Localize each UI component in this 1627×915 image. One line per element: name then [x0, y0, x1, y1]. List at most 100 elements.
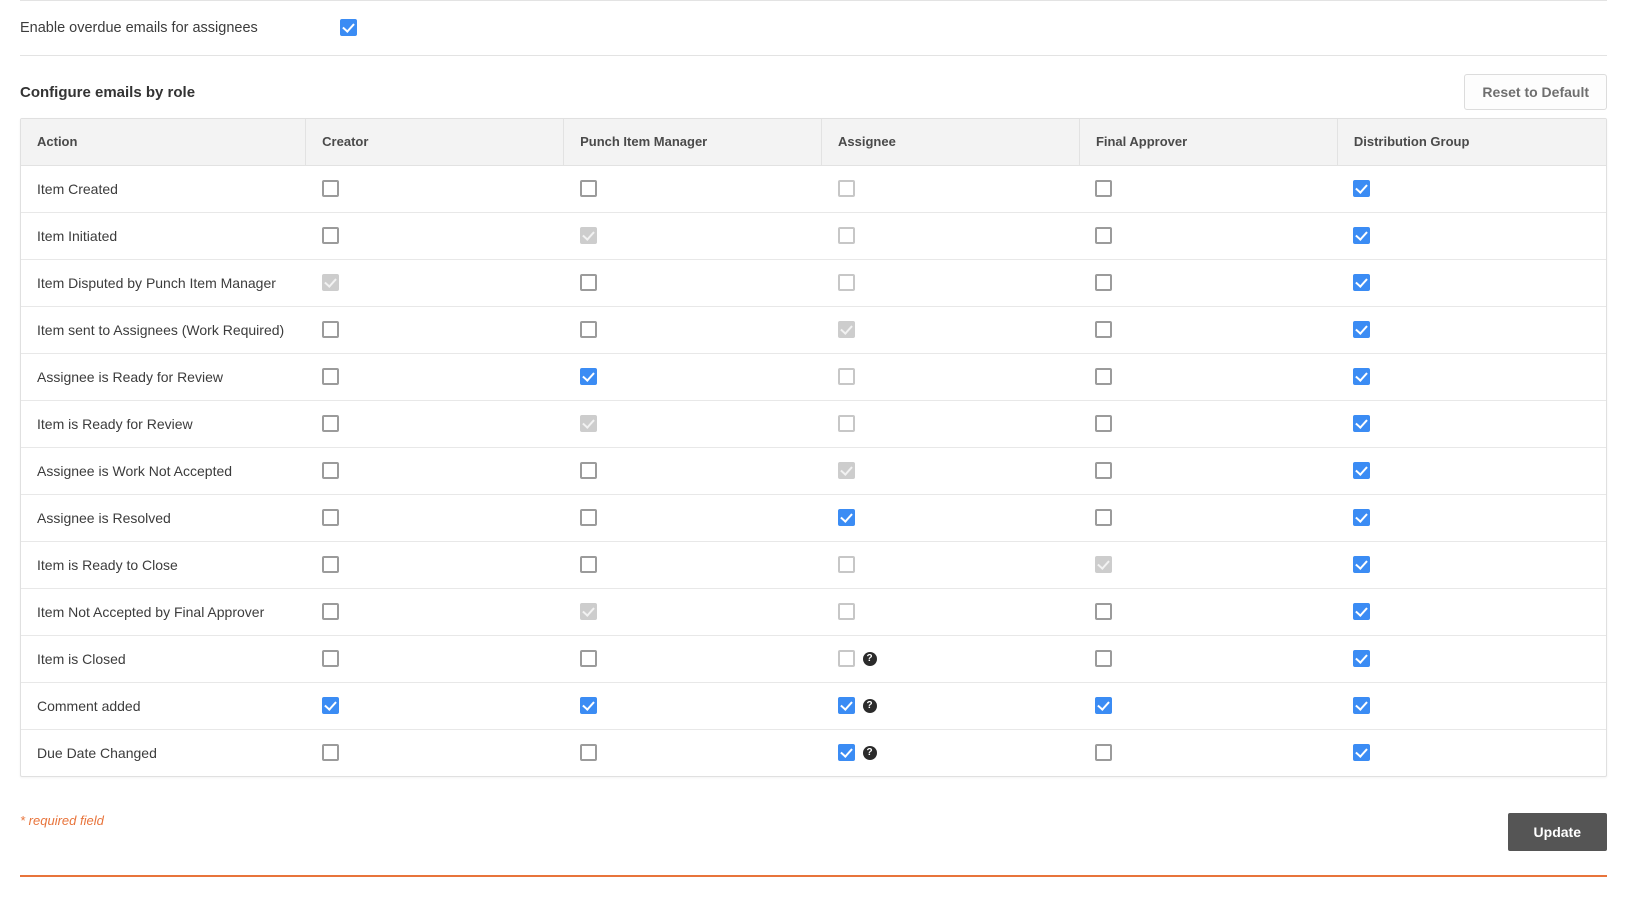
checkbox-distribution-group[interactable]	[1353, 603, 1371, 620]
email-role-matrix-table-wrapper: Action Creator Punch Item Manager Assign…	[20, 118, 1607, 777]
checkbox-creator[interactable]	[321, 462, 339, 479]
checkbox-assignee[interactable]	[837, 415, 855, 432]
checkbox-assignee[interactable]	[837, 650, 855, 667]
column-header-action: Action	[21, 119, 307, 166]
checkbox-punch-item-manager[interactable]	[579, 697, 597, 714]
cell-content	[837, 509, 1064, 526]
checkbox-final-approver[interactable]	[1095, 697, 1113, 714]
checkbox-final-approver[interactable]	[1095, 462, 1113, 479]
column-header-distribution-group: Distribution Group	[1337, 119, 1606, 166]
checkbox-distribution-group[interactable]	[1353, 180, 1371, 197]
cell-content	[579, 509, 806, 526]
checkbox-distribution-group[interactable]	[1353, 415, 1371, 432]
checkbox-creator[interactable]	[321, 697, 339, 714]
checkbox-creator[interactable]	[321, 509, 339, 526]
checkbox-assignee[interactable]	[837, 603, 855, 620]
help-icon[interactable]: ?	[862, 698, 877, 713]
checkbox-cell-creator	[305, 259, 564, 307]
checkbox-cell-distribution-group	[1337, 259, 1606, 307]
checkbox-creator[interactable]	[321, 744, 339, 762]
checkbox-distribution-group[interactable]	[1353, 509, 1371, 526]
checkbox-final-approver[interactable]	[1095, 368, 1113, 385]
checkbox-final-approver[interactable]	[1095, 274, 1113, 291]
checkbox-punch-item-manager[interactable]	[579, 556, 597, 573]
checkbox-creator[interactable]	[321, 321, 339, 338]
checkbox-punch-item-manager[interactable]	[579, 274, 597, 291]
checkbox-creator[interactable]	[321, 180, 339, 197]
checkbox-final-approver[interactable]	[1095, 650, 1113, 667]
cell-content	[321, 650, 548, 667]
checkbox-distribution-group[interactable]	[1353, 368, 1371, 385]
checkbox-assignee[interactable]	[837, 744, 855, 762]
checkbox-assignee[interactable]	[837, 697, 855, 714]
checkbox-creator[interactable]	[321, 603, 339, 620]
checkbox-assignee[interactable]	[837, 368, 855, 385]
checkbox-punch-item-manager[interactable]	[579, 462, 597, 479]
checkbox-punch-item-manager[interactable]	[579, 368, 597, 385]
checkbox-assignee[interactable]	[837, 227, 855, 244]
checkbox-punch-item-manager[interactable]	[579, 180, 597, 197]
checkbox-cell-distribution-group	[1337, 541, 1606, 589]
checkbox-final-approver[interactable]	[1095, 603, 1113, 620]
checkbox-final-approver[interactable]	[1095, 180, 1113, 197]
cell-content	[579, 415, 806, 432]
checkbox-punch-item-manager[interactable]	[579, 744, 597, 762]
cell-content	[1353, 509, 1590, 526]
checkbox-cell-creator	[305, 165, 564, 213]
cell-content	[837, 368, 1064, 385]
checkbox-punch-item-manager[interactable]	[579, 321, 597, 338]
action-label-cell: Item Initiated	[21, 212, 306, 260]
cell-content	[579, 744, 806, 762]
checkbox-final-approver[interactable]	[1095, 415, 1113, 432]
cell-content	[321, 462, 548, 479]
checkbox-distribution-group[interactable]	[1353, 744, 1371, 762]
checkbox-assignee[interactable]	[837, 509, 855, 526]
checkbox-assignee[interactable]	[837, 274, 855, 291]
checkbox-distribution-group[interactable]	[1353, 556, 1371, 573]
checkbox-distribution-group[interactable]	[1353, 274, 1371, 291]
cell-content	[321, 368, 548, 385]
checkbox-cell-final-approver	[1079, 353, 1338, 401]
checkbox-creator[interactable]	[321, 227, 339, 244]
checkbox-cell-final-approver	[1079, 447, 1338, 495]
overdue-emails-checkbox[interactable]	[340, 19, 357, 37]
checkbox-distribution-group[interactable]	[1353, 227, 1371, 244]
checkbox-distribution-group[interactable]	[1353, 697, 1371, 714]
column-header-final-approver: Final Approver	[1079, 119, 1338, 166]
checkbox-cell-creator	[305, 635, 564, 683]
checkbox-cell-creator	[305, 400, 564, 448]
cell-content	[1095, 368, 1321, 385]
checkbox-cell-distribution-group	[1337, 212, 1606, 260]
checkbox-punch-item-manager[interactable]	[579, 509, 597, 526]
checkbox-cell-distribution-group	[1337, 729, 1606, 776]
checkbox-final-approver[interactable]	[1095, 509, 1113, 526]
checkbox-assignee[interactable]	[837, 180, 855, 197]
checkbox-creator[interactable]	[321, 415, 339, 432]
checkbox-cell-punch-item-manager	[563, 165, 822, 213]
help-icon[interactable]: ?	[862, 745, 877, 760]
checkbox-creator[interactable]	[321, 368, 339, 385]
checkbox-creator[interactable]	[321, 556, 339, 573]
cell-content	[837, 227, 1064, 244]
checkbox-punch-item-manager[interactable]	[579, 650, 597, 667]
checkbox-distribution-group[interactable]	[1353, 462, 1371, 479]
reset-to-default-button[interactable]: Reset to Default	[1464, 74, 1607, 110]
checkbox-final-approver[interactable]	[1095, 744, 1113, 762]
checkbox-distribution-group[interactable]	[1353, 650, 1371, 667]
checkbox-final-approver[interactable]	[1095, 321, 1113, 338]
checkbox-assignee	[837, 462, 855, 479]
help-icon[interactable]: ?	[862, 651, 877, 666]
checkbox-cell-punch-item-manager	[563, 447, 822, 495]
checkbox-cell-assignee: ?	[822, 729, 1080, 776]
cell-content	[579, 603, 806, 620]
checkbox-creator[interactable]	[321, 650, 339, 667]
table-row: Item Initiated	[21, 212, 1606, 260]
checkbox-cell-creator	[305, 588, 564, 636]
cell-content	[1095, 744, 1321, 762]
checkbox-distribution-group[interactable]	[1353, 321, 1371, 338]
checkbox-cell-final-approver	[1079, 635, 1338, 683]
checkbox-final-approver[interactable]	[1095, 227, 1113, 244]
update-button[interactable]: Update	[1507, 813, 1607, 851]
checkbox-assignee[interactable]	[837, 556, 855, 573]
cell-content	[837, 274, 1064, 291]
